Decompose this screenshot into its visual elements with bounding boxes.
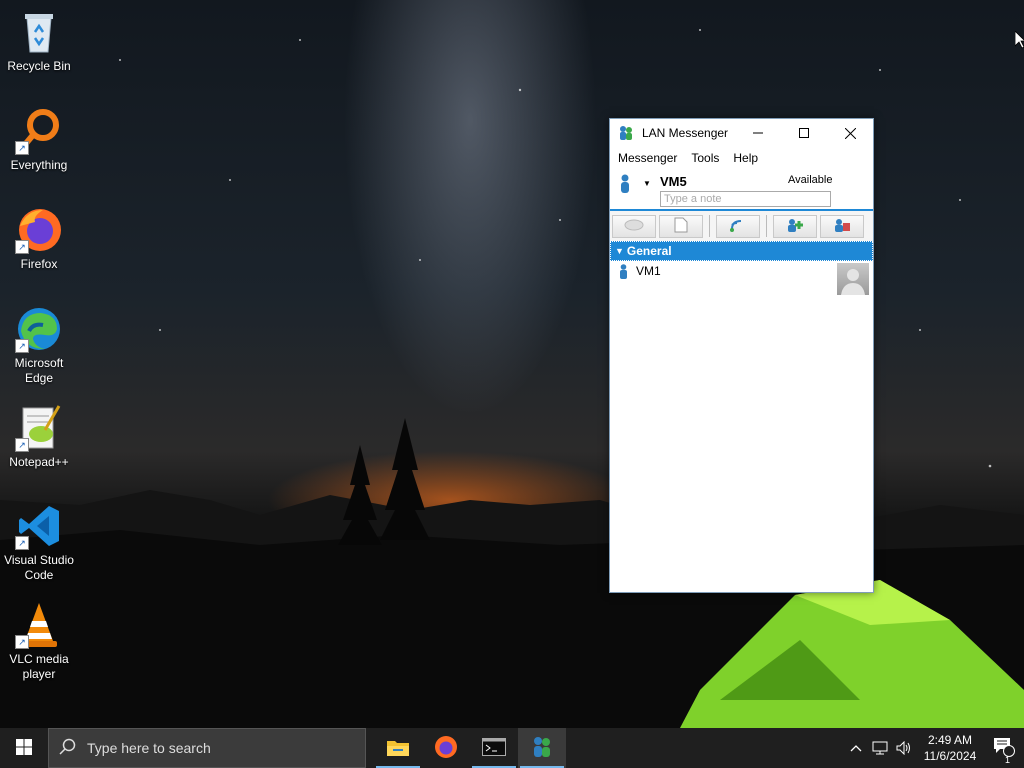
shortcut-arrow-icon: ↗ (15, 141, 29, 155)
taskbar-terminal[interactable] (470, 728, 518, 768)
firefox-icon: ↗ (15, 206, 63, 254)
menu-messenger[interactable]: Messenger (614, 151, 681, 165)
desktop-icon-label: Recycle Bin (7, 59, 71, 73)
menu-bar: Messenger Tools Help (610, 147, 873, 169)
send-file-button[interactable] (659, 214, 703, 238)
broadcast-button[interactable] (716, 214, 760, 238)
notepadpp-icon: ↗ (15, 404, 63, 452)
shortcut-arrow-icon: ↗ (15, 240, 29, 254)
search-icon (59, 738, 77, 759)
lan-messenger-window: LAN Messenger Messenger Tools Help ▼ VM5… (609, 118, 874, 593)
menu-help[interactable]: Help (729, 151, 762, 165)
contact-name: VM1 (636, 264, 661, 278)
toolbar (610, 211, 873, 241)
file-icon (674, 217, 688, 236)
minimize-button[interactable] (735, 119, 781, 147)
collapse-triangle-icon: ▼ (615, 246, 624, 256)
contacts-settings-icon (833, 217, 851, 236)
everything-search-icon: ↗ (15, 107, 63, 155)
edge-icon: ↗ (15, 305, 63, 353)
shortcut-arrow-icon: ↗ (15, 536, 29, 550)
status-dropdown-icon[interactable]: ▼ (643, 179, 651, 188)
shortcut-arrow-icon: ↗ (15, 339, 29, 353)
shortcut-arrow-icon: ↗ (15, 438, 29, 452)
terminal-icon (482, 737, 506, 759)
desktop-icon-vlc[interactable]: ↗ VLC media player (1, 601, 77, 682)
contact-status-icon (619, 264, 628, 283)
clock-date: 11/6/2024 (923, 749, 977, 763)
windows-logo-icon (16, 738, 32, 758)
shortcut-arrow-icon: ↗ (15, 635, 29, 649)
desktop-icon-label: Firefox (20, 257, 58, 271)
broadcast-icon (729, 217, 747, 236)
title-bar[interactable]: LAN Messenger (610, 119, 873, 147)
notification-count: 1 (1005, 754, 1011, 765)
user-status-panel: ▼ VM5 Available (610, 169, 873, 211)
search-placeholder: Type here to search (87, 740, 211, 756)
maximize-button[interactable] (781, 119, 827, 147)
clock-time: 2:49 AM (927, 733, 973, 747)
taskbar-clock[interactable]: 2:49 AM 11/6/2024 (916, 732, 984, 764)
toolbar-separator (709, 215, 710, 237)
user-status-text[interactable]: Available (788, 174, 832, 186)
group-header-general[interactable]: ▼ General (610, 241, 873, 261)
desktop-icon-vscode[interactable]: ↗ Visual Studio Code (1, 502, 77, 583)
action-center-button[interactable]: 1 (984, 737, 1024, 765)
recycle-bin-icon (15, 8, 63, 56)
notification-icon (993, 737, 1015, 760)
contact-item[interactable]: VM1 (610, 261, 873, 295)
lan-messenger-app-icon (618, 125, 634, 141)
note-input[interactable] (660, 191, 831, 207)
add-contact-icon (786, 217, 804, 236)
desktop-icon-notepadpp[interactable]: ↗ Notepad++ (1, 404, 77, 470)
contact-avatar (837, 263, 869, 295)
menu-tools[interactable]: Tools (687, 151, 723, 165)
taskbar: Type here to search 2:49 AM 11/6/2024 1 (0, 728, 1024, 768)
desktop-icon-everything[interactable]: ↗ Everything (1, 107, 77, 173)
desktop-icon-microsoft-edge[interactable]: ↗ Microsoft Edge (1, 305, 77, 386)
chat-button[interactable] (612, 214, 656, 238)
lan-messenger-icon (531, 736, 553, 761)
taskbar-search-box[interactable]: Type here to search (48, 728, 366, 768)
desktop-icon-label: Notepad++ (9, 455, 69, 469)
desktop-icon-recycle-bin[interactable]: Recycle Bin (1, 8, 77, 74)
window-title: LAN Messenger (642, 126, 729, 140)
taskbar-firefox[interactable] (422, 728, 470, 768)
toolbar-separator (766, 215, 767, 237)
desktop-icon-label: Everything (10, 158, 68, 172)
desktop-icon-label: Microsoft Edge (14, 356, 64, 385)
volume-icon[interactable] (892, 741, 916, 755)
group-name: General (626, 244, 672, 258)
taskbar-lan-messenger[interactable] (518, 728, 566, 768)
close-button[interactable] (827, 119, 873, 147)
firefox-icon (434, 735, 458, 762)
user-name: VM5 (660, 174, 687, 189)
network-icon[interactable] (868, 741, 892, 755)
system-tray: 2:49 AM 11/6/2024 1 (844, 728, 1024, 768)
settings-button[interactable] (820, 214, 864, 238)
vscode-icon: ↗ (15, 502, 63, 550)
chat-icon (624, 219, 644, 234)
desktop-icon-label: Visual Studio Code (4, 553, 74, 582)
mouse-cursor-icon (1014, 30, 1024, 52)
desktop-icon-firefox[interactable]: ↗ Firefox (1, 206, 77, 272)
vlc-icon: ↗ (15, 601, 63, 649)
user-status-icon[interactable] (619, 174, 631, 197)
start-button[interactable] (0, 728, 48, 768)
add-contact-button[interactable] (773, 214, 817, 238)
file-explorer-icon (387, 738, 409, 759)
taskbar-file-explorer[interactable] (374, 728, 422, 768)
desktop-icon-label: VLC media player (9, 652, 69, 681)
show-hidden-icons-chevron-icon[interactable] (844, 744, 868, 752)
